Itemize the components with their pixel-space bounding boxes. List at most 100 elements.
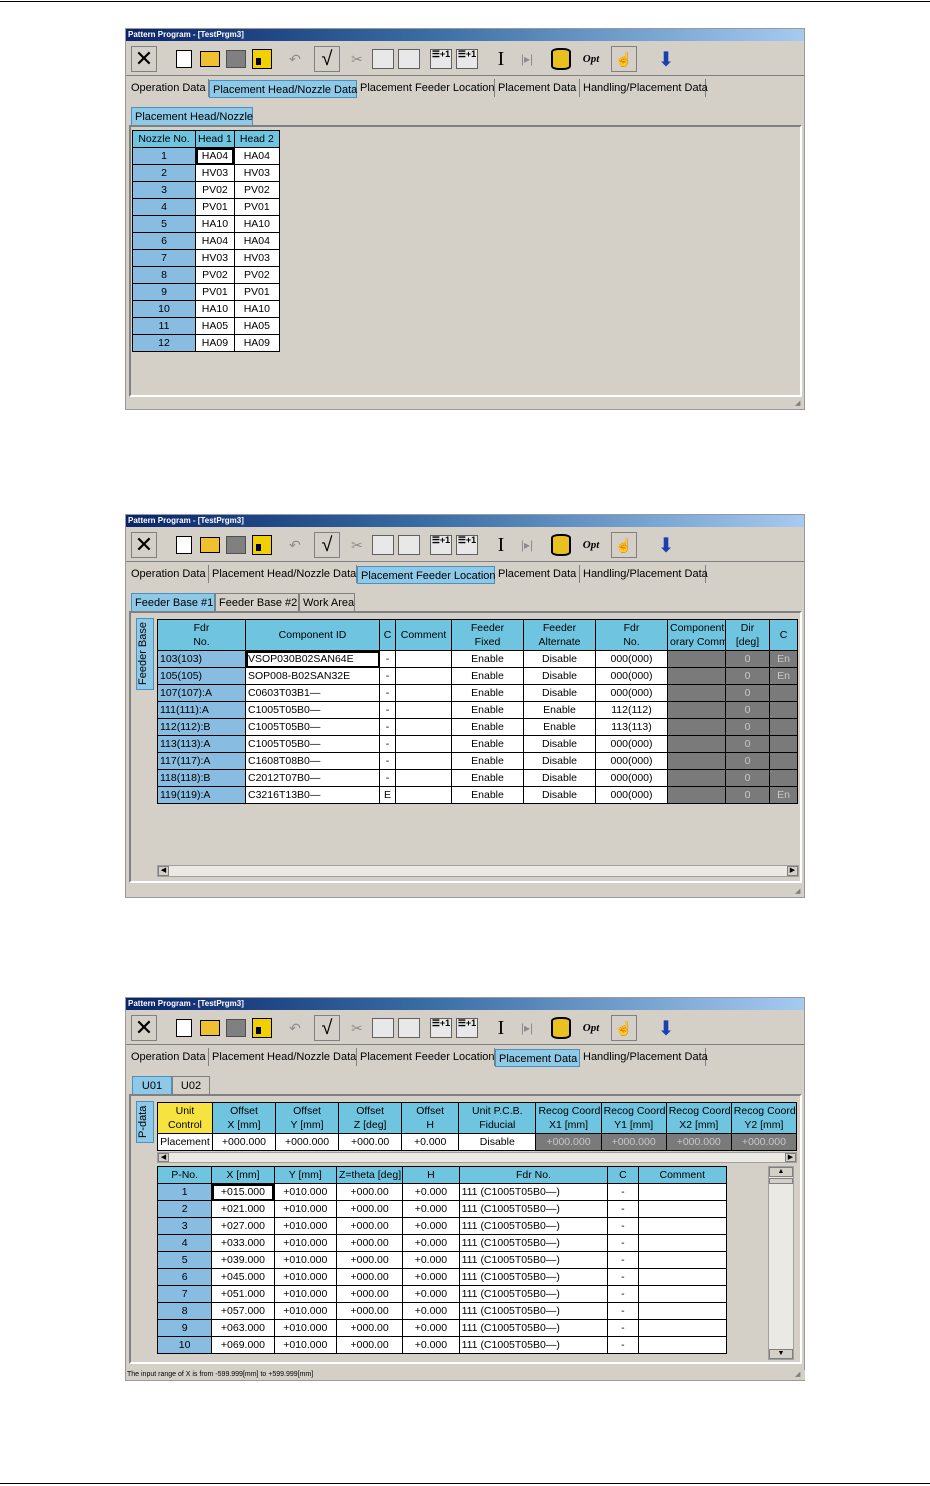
table-cell[interactable] xyxy=(769,684,798,702)
table-cell[interactable]: +010.000 xyxy=(273,1200,337,1218)
table-cell[interactable] xyxy=(395,718,452,736)
table-cell[interactable] xyxy=(769,735,798,753)
vertical-scrollbar[interactable]: ▲ ▼ xyxy=(768,1166,794,1360)
table-cell[interactable]: HA10 xyxy=(195,215,235,233)
text-cursor-icon[interactable]: I xyxy=(488,1015,514,1041)
table-cell[interactable]: HV03 xyxy=(195,164,235,182)
table-cell[interactable]: - xyxy=(607,1319,639,1337)
open-folder-icon[interactable] xyxy=(197,46,223,72)
download-arrow-icon[interactable]: ⬇ xyxy=(653,1015,679,1041)
table-cell[interactable] xyxy=(667,701,726,719)
table-cell[interactable] xyxy=(667,650,726,668)
table-cell[interactable] xyxy=(395,701,452,719)
table-cell[interactable]: Enable xyxy=(451,667,524,685)
table-cell[interactable]: +000.00 xyxy=(335,1285,404,1303)
table-cell[interactable]: 111 (C1005T05B0—) xyxy=(458,1302,609,1320)
table-cell[interactable]: +000.00 xyxy=(335,1319,404,1337)
table-cell[interactable]: 0 xyxy=(725,752,770,770)
table-cell[interactable]: +0.000 xyxy=(402,1183,460,1201)
table-cell[interactable]: +045.000 xyxy=(211,1268,275,1286)
table-cell[interactable]: HV03 xyxy=(233,249,280,267)
table-cell[interactable] xyxy=(637,1234,727,1252)
jump-icon[interactable]: |▸| xyxy=(514,46,540,72)
table-cell[interactable]: 0 xyxy=(725,684,770,702)
table-cell[interactable]: +051.000 xyxy=(211,1285,275,1303)
tab-handling-placement-data[interactable]: Handling/Placement Data xyxy=(580,1048,708,1066)
save-icon[interactable] xyxy=(249,1015,275,1041)
close-icon[interactable]: ✕ xyxy=(131,46,157,72)
table-cell[interactable]: HA04 xyxy=(195,147,235,165)
table-cell[interactable]: +010.000 xyxy=(273,1336,337,1354)
table-cell[interactable]: 111 (C1005T05B0—) xyxy=(458,1336,609,1354)
add-row-icon[interactable]: ☰+1 xyxy=(454,46,480,72)
insert-row-icon[interactable]: ☰+1 xyxy=(428,46,454,72)
save-icon[interactable] xyxy=(249,532,275,558)
text-cursor-icon[interactable]: I xyxy=(488,532,514,558)
table-cell[interactable]: PV01 xyxy=(195,283,235,301)
table-cell[interactable]: +0.000 xyxy=(401,1133,460,1151)
text-cursor-icon[interactable]: I xyxy=(488,46,514,72)
table-cell[interactable]: Enable xyxy=(451,752,524,770)
copy-icon[interactable] xyxy=(370,1015,396,1041)
table-cell[interactable]: 0 xyxy=(725,769,770,787)
table-cell[interactable]: +057.000 xyxy=(211,1302,275,1320)
table-cell[interactable]: Disable xyxy=(523,752,596,770)
paste-icon[interactable] xyxy=(396,46,422,72)
table-cell[interactable] xyxy=(395,650,452,668)
add-row-icon[interactable]: ☰+1 xyxy=(454,1015,480,1041)
table-cell[interactable]: +000.000 xyxy=(211,1133,277,1151)
table-cell[interactable]: +000.000 xyxy=(535,1133,602,1151)
subtab-work-area[interactable]: Work Area xyxy=(299,593,355,611)
table-cell[interactable]: +010.000 xyxy=(273,1251,337,1269)
copy-icon[interactable] xyxy=(370,532,396,558)
check-icon[interactable]: √ xyxy=(314,1015,340,1041)
scroll-up-icon[interactable]: ▲ xyxy=(769,1167,793,1177)
table-cell[interactable]: HA04 xyxy=(233,232,280,250)
table-cell[interactable]: C2012T07B0— xyxy=(245,769,380,787)
table-cell[interactable]: En xyxy=(769,667,798,685)
table-cell[interactable]: - xyxy=(607,1336,639,1354)
scroll-thumb[interactable] xyxy=(769,1178,793,1184)
table-cell[interactable]: +0.000 xyxy=(402,1319,460,1337)
optimize-icon[interactable]: Opt xyxy=(578,1015,604,1041)
jump-icon[interactable]: |▸| xyxy=(514,532,540,558)
cut-icon[interactable]: ✂ xyxy=(344,1015,370,1041)
table-cell[interactable] xyxy=(637,1302,727,1320)
tab-placement-head-nozzle-data[interactable]: Placement Head/Nozzle Data xyxy=(209,80,357,98)
table-cell[interactable]: En xyxy=(769,650,798,668)
table-cell[interactable]: +0.000 xyxy=(402,1285,460,1303)
scroll-left-icon[interactable]: ◀ xyxy=(158,866,169,876)
table-cell[interactable]: +021.000 xyxy=(211,1200,275,1218)
copy-icon[interactable] xyxy=(370,46,396,72)
table-cell[interactable]: Enable xyxy=(451,718,524,736)
table-cell[interactable]: Enable xyxy=(523,718,596,736)
table-cell[interactable]: PV02 xyxy=(195,266,235,284)
table-cell[interactable]: - xyxy=(379,718,396,736)
check-icon[interactable]: √ xyxy=(314,46,340,72)
table-cell[interactable]: 0 xyxy=(725,667,770,685)
table-cell[interactable]: HA05 xyxy=(195,317,235,335)
tab-handling-placement-data[interactable]: Handling/Placement Data xyxy=(580,565,708,583)
table-cell[interactable]: +033.000 xyxy=(211,1234,275,1252)
subtab-u01[interactable]: U01 xyxy=(132,1076,172,1094)
table-cell[interactable]: HA09 xyxy=(195,334,235,352)
table-cell[interactable]: - xyxy=(607,1200,639,1218)
tab-placement-head-nozzle-data[interactable]: Placement Head/Nozzle Data xyxy=(209,565,357,583)
table-cell[interactable] xyxy=(395,667,452,685)
hand-icon[interactable]: ☝ xyxy=(611,1015,637,1041)
tab-placement-head-nozzle-data[interactable]: Placement Head/Nozzle Data xyxy=(209,1048,357,1066)
close-icon[interactable]: ✕ xyxy=(131,532,157,558)
table-cell[interactable]: PV01 xyxy=(233,198,280,216)
tab-operation-data[interactable]: Operation Data xyxy=(128,1048,209,1066)
table-cell[interactable]: - xyxy=(607,1234,639,1252)
table-cell[interactable] xyxy=(637,1217,727,1235)
table-cell[interactable] xyxy=(667,735,726,753)
tab-placement-feeder-location[interactable]: Placement Feeder Location xyxy=(357,1048,495,1066)
table-cell[interactable]: +0.000 xyxy=(402,1251,460,1269)
table-cell[interactable]: +000.00 xyxy=(335,1234,404,1252)
save-icon[interactable] xyxy=(249,46,275,72)
table-cell[interactable]: - xyxy=(379,667,396,685)
table-cell[interactable]: 0 xyxy=(725,735,770,753)
tab-placement-data[interactable]: Placement Data xyxy=(495,565,580,583)
table-cell[interactable]: HA05 xyxy=(233,317,280,335)
